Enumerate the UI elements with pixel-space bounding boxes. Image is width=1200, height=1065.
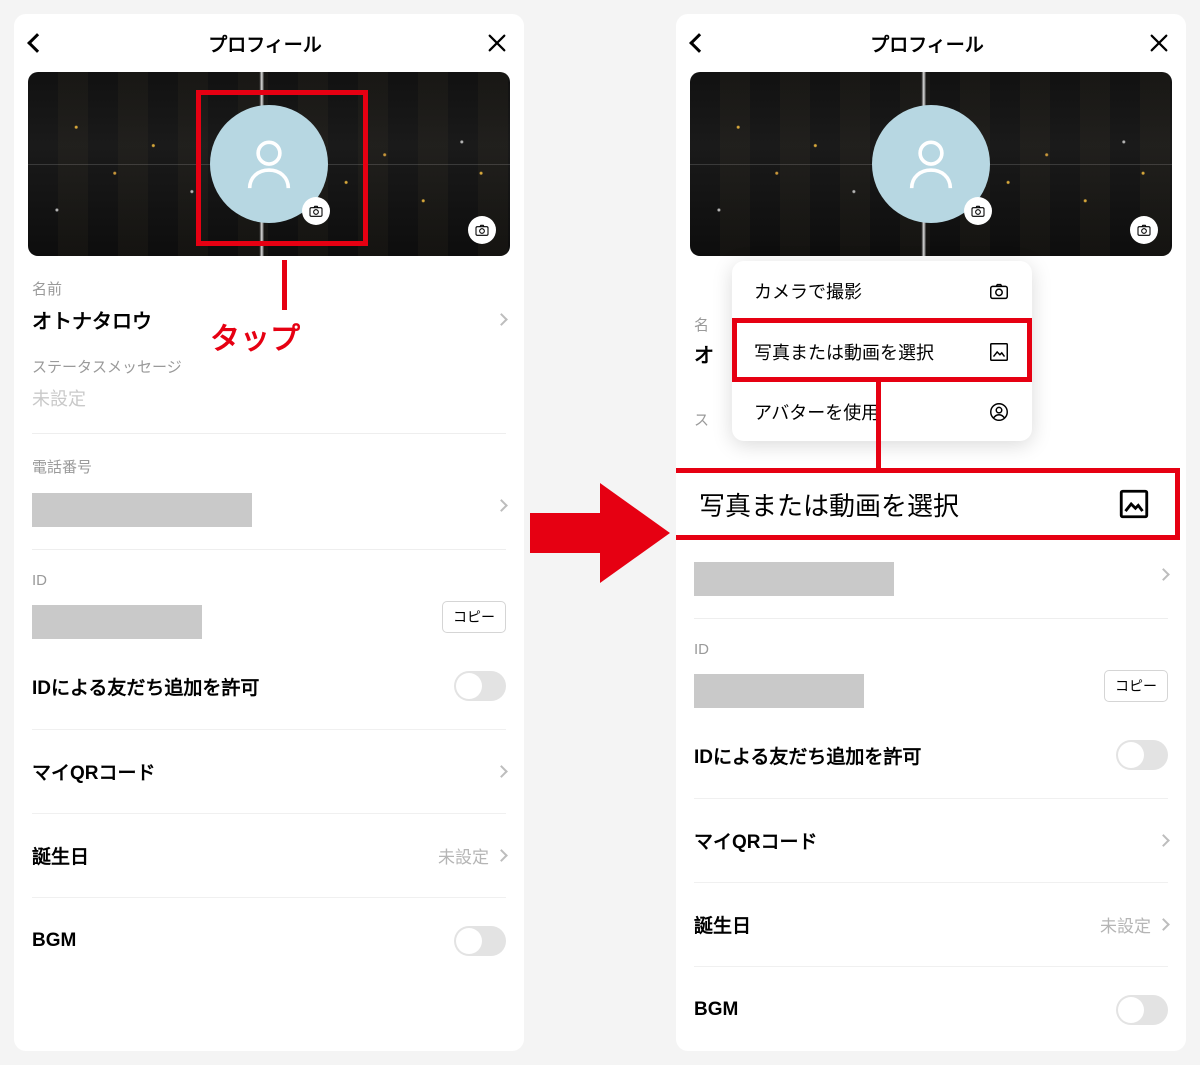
popup-avatar-option[interactable]: アバターを使用 [732,381,1032,441]
name-label: 名前 [32,278,506,299]
copy-button[interactable]: コピー [442,601,506,633]
annotation-line [876,380,881,472]
annotation-box-avatar [196,90,368,246]
chevron-right-icon [495,313,508,326]
chevron-right-icon [1157,834,1170,847]
chevron-right-icon [495,849,508,862]
annotation-line [282,260,287,310]
chevron-right-icon [1157,568,1170,581]
camera-icon [970,203,986,219]
screenshot-left: プロフィール タップ 名前 [14,14,524,1051]
birthday-value: 未設定 [438,843,489,868]
camera-icon [988,280,1010,302]
header-title: プロフィール [208,30,322,57]
avatar-camera-badge[interactable] [964,197,992,225]
cover-banner[interactable] [690,72,1172,256]
phone-value-redacted [694,562,894,596]
birthday-value: 未設定 [1100,912,1151,937]
chevron-right-icon [495,765,508,778]
bgm-label: BGM [694,999,738,1021]
close-icon[interactable] [486,32,508,54]
cover-banner[interactable] [28,72,510,256]
allow-friend-row: IDによる友だち追加を許可 [32,639,506,730]
popup-camera-label: カメラで撮影 [754,278,862,304]
phone-section [694,546,1168,619]
behind-name-value: オ [694,339,714,368]
close-icon[interactable] [1148,32,1170,54]
birthday-row[interactable]: 誕生日 未設定 [694,883,1168,967]
status-value[interactable]: 未設定 [32,385,506,411]
qr-label: マイQRコード [694,827,818,854]
phone-label: 電話番号 [32,456,506,477]
arrow-between [524,14,676,1051]
screenshot-right: プロフィール 名 オ ス カメラで撮影 [676,14,1186,1051]
id-label: ID [32,572,506,589]
avatar-face-icon [988,401,1010,423]
allow-friend-toggle[interactable] [1116,740,1168,770]
behind-name-label: 名 [694,314,709,335]
id-row: コピー [32,595,506,639]
bgm-toggle[interactable] [454,926,506,956]
chevron-right-icon [495,499,508,512]
phone-value-redacted [32,493,252,527]
banner-camera-badge[interactable] [1130,216,1158,244]
chevron-right-icon [1157,918,1170,931]
annotation-box-popup-row [732,318,1032,382]
qr-label: マイQRコード [32,758,156,785]
banner-camera-badge[interactable] [468,216,496,244]
name-value: オトナタロウ [32,305,152,334]
birthday-label: 誕生日 [32,842,89,869]
allow-friend-row: IDによる友だち追加を許可 [694,708,1168,799]
status-label: ステータスメッセージ [32,356,506,377]
allow-friend-toggle[interactable] [454,671,506,701]
phone-row[interactable] [694,552,1168,596]
phone-row[interactable] [32,483,506,527]
bgm-row: BGM [694,967,1168,1051]
birthday-label: 誕生日 [694,911,751,938]
id-section: ID コピー [32,550,506,639]
id-section: ID コピー [694,619,1168,708]
header-title: プロフィール [870,30,984,57]
select-media-callout: 写真または動画を選択 [676,468,1180,540]
qr-row[interactable]: マイQRコード [694,799,1168,883]
phone-section: 電話番号 [32,434,506,550]
id-value-redacted [32,605,202,639]
back-icon[interactable] [689,33,709,53]
allow-friend-label: IDによる友だち追加を許可 [694,742,921,769]
back-icon[interactable] [27,33,47,53]
id-row: コピー [694,664,1168,708]
image-icon [1117,487,1151,521]
behind-status-label: ス [694,409,709,430]
bgm-label: BGM [32,930,76,952]
id-value-redacted [694,674,864,708]
bgm-toggle[interactable] [1116,995,1168,1025]
id-label: ID [694,641,1168,658]
big-red-arrow-icon [530,473,670,593]
popup-camera-option[interactable]: カメラで撮影 [732,261,1032,321]
annotation-tap-label: タップ [210,314,300,358]
bgm-row: BGM [32,898,506,984]
birthday-row[interactable]: 誕生日 未設定 [32,814,506,898]
header: プロフィール [676,14,1186,72]
person-icon [902,135,960,193]
camera-icon [474,222,490,238]
popup-avatar-label: アバターを使用 [754,399,879,425]
header: プロフィール [14,14,524,72]
copy-button[interactable]: コピー [1104,670,1168,702]
allow-friend-label: IDによる友だち追加を許可 [32,673,259,700]
avatar[interactable] [872,105,990,223]
callout-label: 写真または動画を選択 [699,486,959,523]
camera-icon [1136,222,1152,238]
qr-row[interactable]: マイQRコード [32,730,506,814]
